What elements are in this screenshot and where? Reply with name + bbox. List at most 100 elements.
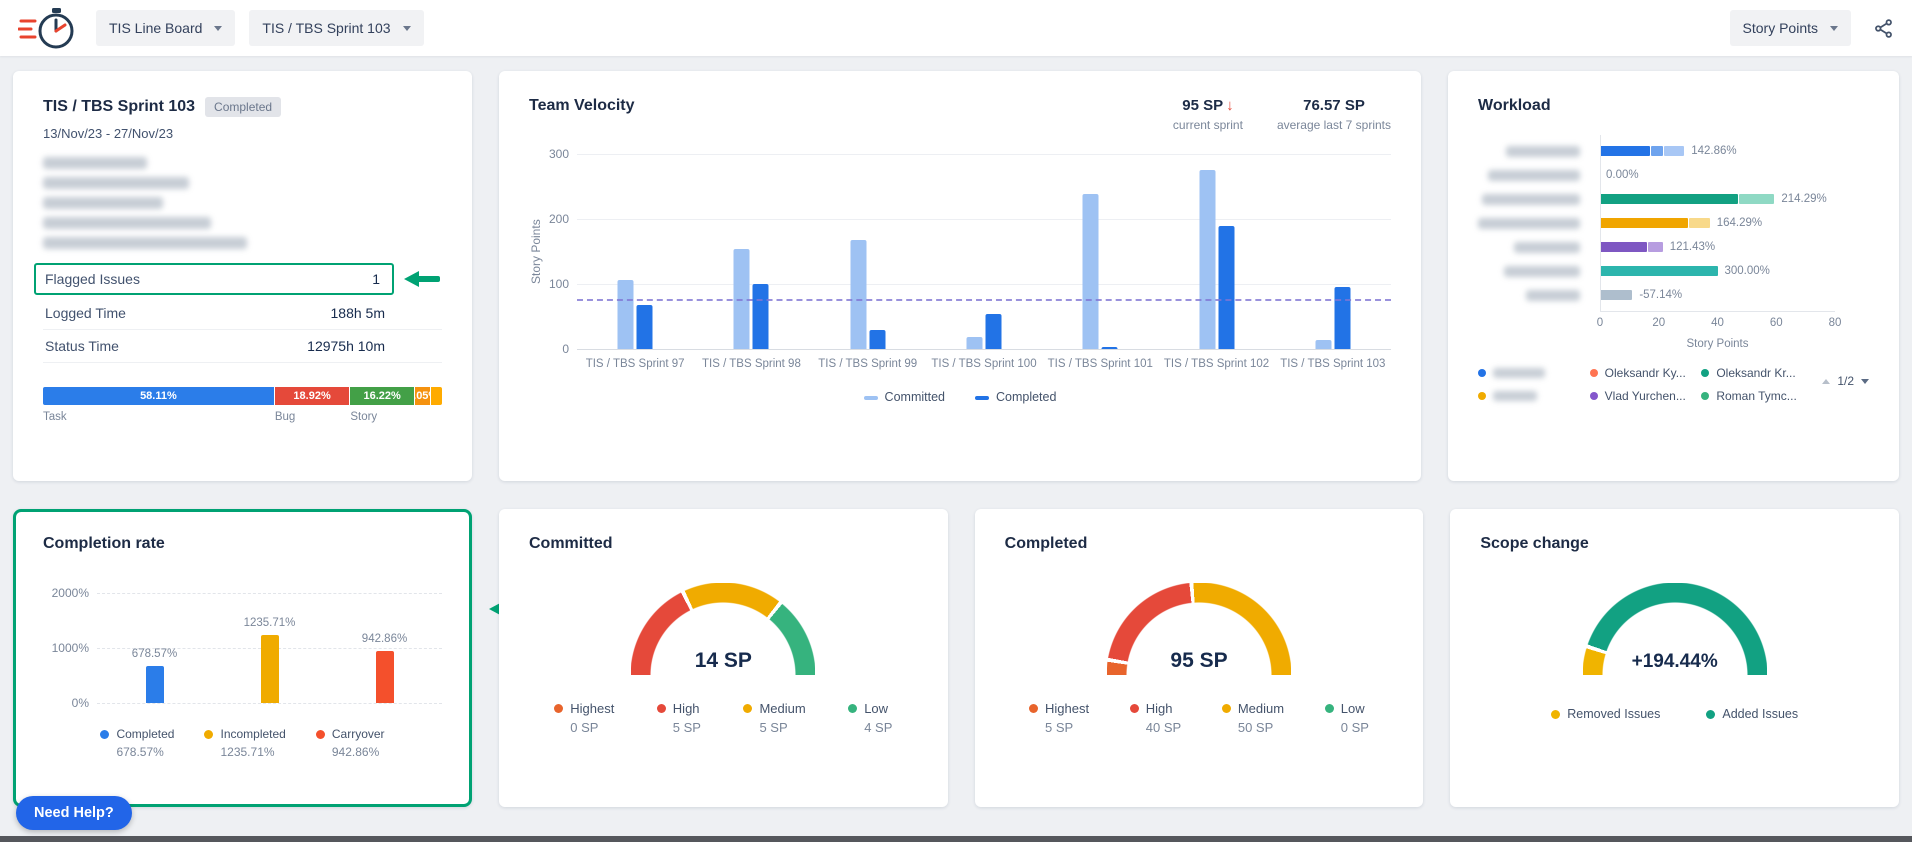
workload-percent-label: 0.00% bbox=[1606, 169, 1639, 181]
velocity-bar[interactable] bbox=[1315, 340, 1331, 349]
legend-item[interactable]: Roman Tymc... bbox=[1701, 389, 1807, 403]
workload-bar-segment[interactable] bbox=[1664, 146, 1685, 156]
legend-item[interactable]: Completed678.57% bbox=[100, 727, 174, 759]
velocity-bar[interactable] bbox=[1218, 226, 1234, 349]
committed-legend: Highest0 SP High5 SP Medium5 SP Low4 SP bbox=[529, 701, 918, 735]
legend-item[interactable]: Oleksandr Ky... bbox=[1590, 366, 1696, 380]
info-row-value: 1 bbox=[372, 271, 380, 287]
velocity-bar[interactable] bbox=[1199, 170, 1215, 349]
chevron-down-icon[interactable] bbox=[1861, 379, 1869, 384]
legend-item[interactable]: Removed Issues bbox=[1551, 707, 1660, 721]
velocity-bar[interactable] bbox=[1102, 347, 1118, 349]
legend-item[interactable]: Highest5 SP bbox=[1029, 701, 1089, 735]
legend-item[interactable] bbox=[1478, 366, 1584, 380]
distribution-segment[interactable] bbox=[431, 387, 442, 405]
legend-marker-icon bbox=[100, 730, 109, 739]
distribution-segment[interactable]: 16.22% bbox=[350, 387, 415, 405]
workload-row: 142.86% bbox=[1478, 139, 1869, 163]
workload-bar-segment[interactable] bbox=[1600, 266, 1718, 276]
committed-card: Committed 14 SP Highest0 SPHigh5 SPMediu… bbox=[499, 509, 948, 807]
app-logo-icon[interactable] bbox=[18, 6, 82, 50]
workload-bar-segment[interactable] bbox=[1651, 146, 1663, 156]
workload-row: 164.29% bbox=[1478, 211, 1869, 235]
velocity-bar[interactable] bbox=[869, 330, 885, 349]
legend-item[interactable]: Completed bbox=[975, 390, 1056, 404]
x-tick-label: 20 bbox=[1652, 317, 1665, 329]
velocity-bar[interactable] bbox=[753, 284, 769, 349]
legend-item[interactable]: High40 SP bbox=[1130, 701, 1181, 735]
completion-bar[interactable] bbox=[146, 666, 164, 703]
workload-bar-segment[interactable] bbox=[1689, 218, 1710, 228]
legend-item[interactable]: Committed bbox=[864, 390, 945, 404]
velocity-bar[interactable] bbox=[850, 240, 866, 349]
redacted-assignee-name bbox=[1506, 146, 1580, 157]
workload-bar-segment[interactable] bbox=[1739, 194, 1774, 204]
completed-total-value: 95 SP bbox=[1107, 649, 1291, 673]
flagged-issues-highlight-box: Flagged Issues 1 bbox=[34, 263, 394, 295]
legend-marker-icon bbox=[1701, 369, 1709, 377]
workload-bar-segment[interactable] bbox=[1600, 194, 1738, 204]
legend-marker-icon bbox=[1706, 710, 1715, 719]
distribution-segment[interactable]: 4.05% bbox=[415, 387, 431, 405]
legend-item[interactable]: Highest0 SP bbox=[554, 701, 614, 735]
completion-category: 942.86% bbox=[327, 593, 442, 703]
x-tick-label: TIS / TBS Sprint 102 bbox=[1158, 358, 1274, 370]
page-bottom-edge bbox=[0, 836, 1912, 842]
committed-total-value: 14 SP bbox=[631, 649, 815, 673]
unit-dropdown[interactable]: Story Points bbox=[1730, 10, 1851, 46]
chevron-down-icon bbox=[1830, 26, 1838, 31]
velocity-bar[interactable] bbox=[985, 314, 1001, 349]
legend-item[interactable]: Carryover942.86% bbox=[316, 727, 385, 759]
workload-bar-segment[interactable] bbox=[1648, 242, 1663, 252]
board-dropdown[interactable]: TIS Line Board bbox=[96, 10, 235, 46]
legend-item[interactable]: High5 SP bbox=[657, 701, 701, 735]
legend-item[interactable]: Low0 SP bbox=[1325, 701, 1369, 735]
workload-bar-segment[interactable] bbox=[1600, 242, 1647, 252]
legend-text: Carryover942.86% bbox=[332, 727, 385, 759]
legend-item[interactable]: Oleksandr Kr... bbox=[1701, 366, 1807, 380]
workload-card: Workload 142.86%0.00%214.29%164.29%121.4… bbox=[1448, 71, 1899, 481]
info-row-flagged-issues: Flagged Issues 1 bbox=[36, 265, 392, 293]
velocity-bar[interactable] bbox=[1083, 194, 1099, 349]
workload-bar-segment[interactable] bbox=[1600, 146, 1650, 156]
info-row-value: 12975h 10m bbox=[307, 338, 385, 354]
workload-legend-pager[interactable]: 1/2 bbox=[1822, 374, 1869, 388]
redacted-legend-label bbox=[1493, 368, 1545, 378]
info-row-logged-time: Logged Time 188h 5m bbox=[43, 297, 442, 330]
legend-item[interactable]: Vlad Yurchen... bbox=[1590, 389, 1696, 403]
x-axis: TIS / TBS Sprint 97TIS / TBS Sprint 98TI… bbox=[577, 358, 1391, 370]
velocity-legend: Committed Completed bbox=[529, 390, 1391, 404]
sprint-title: TIS / TBS Sprint 103 bbox=[43, 98, 195, 116]
x-tick-label: TIS / TBS Sprint 99 bbox=[810, 358, 926, 370]
workload-bar-segment[interactable] bbox=[1600, 290, 1632, 300]
legend-item[interactable]: Medium5 SP bbox=[743, 701, 805, 735]
distribution-segment[interactable]: 18.92% bbox=[275, 387, 350, 405]
completion-bar[interactable] bbox=[261, 635, 279, 703]
distribution-segment[interactable]: 58.11% bbox=[43, 387, 275, 405]
legend-item[interactable]: Low4 SP bbox=[848, 701, 892, 735]
workload-bar-segment[interactable] bbox=[1600, 218, 1688, 228]
legend-marker-icon bbox=[1325, 704, 1334, 713]
legend-item[interactable] bbox=[1478, 389, 1584, 403]
need-help-button[interactable]: Need Help? bbox=[16, 796, 132, 830]
legend-item[interactable]: Medium50 SP bbox=[1222, 701, 1284, 735]
info-row-value: 188h 5m bbox=[331, 305, 385, 321]
legend-item[interactable]: Added Issues bbox=[1706, 707, 1798, 721]
bar-value-label: 678.57% bbox=[97, 648, 212, 660]
velocity-bar[interactable] bbox=[1334, 287, 1350, 349]
completed-card: Completed 95 SP Highest5 SPHigh40 SPMedi… bbox=[975, 509, 1424, 807]
velocity-category bbox=[810, 154, 926, 349]
legend-item[interactable]: Incompleted1235.71% bbox=[204, 727, 285, 759]
velocity-bar[interactable] bbox=[618, 280, 634, 349]
legend-marker-icon bbox=[1478, 369, 1486, 377]
legend-text: Low4 SP bbox=[864, 701, 892, 735]
scope-change-value: +194.44% bbox=[1583, 651, 1767, 673]
velocity-bar[interactable] bbox=[966, 337, 982, 349]
chevron-up-icon[interactable] bbox=[1822, 379, 1830, 384]
completion-bar[interactable] bbox=[376, 651, 394, 703]
share-icon[interactable] bbox=[1873, 18, 1894, 39]
legend-text: Incompleted1235.71% bbox=[220, 727, 285, 759]
legend-text: Medium5 SP bbox=[759, 701, 805, 735]
velocity-bar[interactable] bbox=[637, 305, 653, 349]
sprint-dropdown[interactable]: TIS / TBS Sprint 103 bbox=[249, 10, 423, 46]
